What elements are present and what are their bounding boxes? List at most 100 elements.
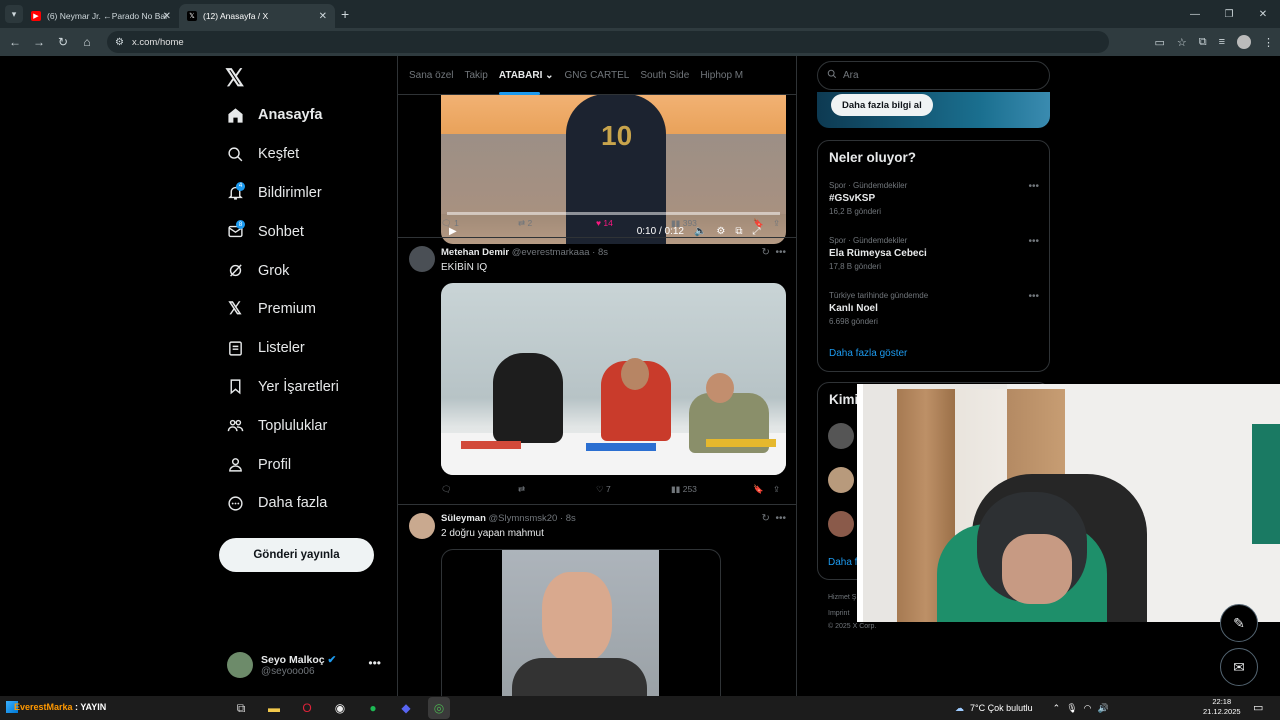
forward-button[interactable]: → — [27, 35, 51, 49]
footer-link[interactable]: Hizmet Ş — [828, 594, 856, 601]
tab-following[interactable]: Takip — [464, 70, 487, 81]
tab-search-button[interactable]: ▾ — [5, 5, 23, 23]
sidebar-item-grok[interactable]: Grok — [226, 251, 339, 290]
home-button[interactable]: ⌂ — [75, 35, 99, 49]
views-button[interactable]: ▮▮ 253 — [671, 484, 753, 495]
volume-icon[interactable]: 🔊 — [1097, 703, 1108, 714]
show-more-link[interactable]: Daha f — [828, 557, 857, 568]
search-input[interactable]: Ara — [817, 61, 1050, 90]
more-icon[interactable]: ••• — [1028, 236, 1039, 247]
task-view-icon[interactable]: ⧉ — [230, 697, 252, 719]
reload-button[interactable]: ↻ — [51, 35, 75, 49]
footer-link[interactable]: Imprint — [828, 610, 849, 617]
discord-icon[interactable]: ◆ — [395, 697, 417, 719]
star-icon[interactable]: ☆ — [1177, 36, 1187, 49]
tray-chevron-icon[interactable]: ⌃ — [1053, 703, 1061, 714]
sidebar-item-chat[interactable]: 8 Sohbet — [226, 212, 339, 251]
restore-button[interactable]: ❐ — [1212, 0, 1246, 28]
more-icon[interactable]: ↻ ••• — [762, 247, 786, 258]
more-icon[interactable]: ••• — [1028, 291, 1039, 302]
media-icon[interactable]: ≡ — [1219, 36, 1225, 48]
minimize-button[interactable]: — — [1178, 0, 1212, 28]
overlay-border — [857, 384, 863, 622]
copyright-text: © 2025 X Corp. — [828, 623, 877, 630]
more-icon[interactable]: ↻ ••• — [762, 513, 786, 524]
search-icon — [226, 145, 244, 163]
browser-tab-youtube[interactable]: ▶ (6) Neymar Jr. ←Parado No Bai ✕ — [23, 4, 179, 28]
chrome-icon[interactable]: ◎ — [428, 697, 450, 719]
spotify-icon[interactable]: ● — [362, 697, 384, 719]
like-button[interactable]: ♥ 14 — [596, 218, 671, 228]
grok-icon — [226, 262, 244, 280]
url-field[interactable]: ⚙ x.com/home — [107, 31, 1109, 53]
author-name[interactable]: Süleyman — [441, 513, 486, 524]
post-button[interactable]: Gönderi yayınla — [219, 538, 374, 572]
avatar[interactable] — [828, 467, 854, 493]
browser-tab-x[interactable]: 𝕏 (12) Anasayfa / X ✕ — [179, 4, 335, 28]
trend-item[interactable]: Türkiye tarihinde gündemde Kanlı Noel 6.… — [829, 291, 1039, 326]
trend-item[interactable]: Spor · Gündemdekiler #GSvKSP 16,2 B gönd… — [829, 181, 1039, 216]
clock[interactable]: 22:18 21.12.2025 — [1203, 697, 1241, 717]
close-tab-icon[interactable]: ✕ — [319, 11, 327, 22]
opera-icon[interactable]: O — [296, 697, 318, 719]
avatar[interactable] — [409, 513, 435, 539]
sidebar-item-explore[interactable]: Keşfet — [226, 135, 339, 174]
sidebar-item-profile[interactable]: Profil — [226, 445, 339, 484]
new-tab-button[interactable]: + — [341, 6, 349, 22]
avatar[interactable] — [409, 246, 435, 272]
post-image[interactable] — [441, 549, 721, 696]
tab-south-side[interactable]: South Side — [640, 70, 689, 81]
close-tab-icon[interactable]: ✕ — [163, 11, 171, 22]
views-button[interactable]: ▮▮ 393 — [671, 218, 753, 229]
x-logo[interactable]: 𝕏 — [225, 64, 244, 93]
grok-chat-button[interactable]: ✎ — [1220, 604, 1258, 642]
bookmark-icon[interactable]: 🔖 — [753, 218, 773, 229]
repost-button[interactable]: ⇄ 2 — [518, 218, 596, 229]
file-explorer-icon[interactable]: ▬ — [263, 697, 285, 719]
back-button[interactable]: ← — [3, 35, 27, 49]
reply-button[interactable]: 🗨 — [441, 484, 518, 495]
messages-button[interactable]: ✉ — [1220, 648, 1258, 686]
sidebar-item-home[interactable]: Anasayfa — [226, 96, 339, 135]
more-icon[interactable]: ••• — [368, 656, 381, 670]
avatar[interactable] — [828, 423, 854, 449]
notifications-icon[interactable]: ▭ — [1253, 701, 1263, 714]
trend-count: 16,2 B gönderi — [829, 207, 882, 216]
menu-icon[interactable]: ⋮ — [1263, 36, 1274, 49]
cast-icon[interactable]: ▭ — [1154, 36, 1164, 49]
tab-hiphop[interactable]: Hiphop M — [700, 70, 743, 81]
weather-text[interactable]: 7°C Çok bulutlu — [970, 703, 1033, 713]
show-more-link[interactable]: Daha fazla göster — [829, 348, 907, 359]
sidebar-item-more[interactable]: Daha fazla — [226, 484, 339, 523]
post-image[interactable] — [441, 283, 786, 475]
share-icon[interactable]: ⇪ — [773, 484, 780, 495]
trend-item[interactable]: Spor · Gündemdekiler Ela Rümeysa Cebeci … — [829, 236, 1039, 271]
bookmark-icon[interactable]: 🔖 — [753, 484, 773, 495]
like-button[interactable]: ♡ 7 — [596, 484, 671, 495]
close-window-button[interactable]: ✕ — [1246, 0, 1280, 28]
tab-gng-cartel[interactable]: GNG CARTEL — [565, 70, 630, 81]
extensions-icon[interactable]: ⧉ — [1199, 36, 1207, 49]
wifi-icon[interactable]: ◠ — [1084, 703, 1092, 714]
obs-icon[interactable]: ◉ — [329, 697, 351, 719]
repost-button[interactable]: ⇄ — [518, 484, 596, 495]
sidebar-item-communities[interactable]: Topluluklar — [226, 406, 339, 445]
jersey-number: 10 — [601, 120, 633, 151]
share-icon[interactable]: ⇪ — [773, 218, 780, 229]
sidebar-item-premium[interactable]: 𝕏 Premium — [226, 290, 339, 329]
sidebar-item-bookmarks[interactable]: Yer İşaretleri — [226, 368, 339, 407]
sidebar-item-notifications[interactable]: 4 Bildirimler — [226, 174, 339, 213]
site-info-icon[interactable]: ⚙ — [115, 37, 124, 48]
author-name[interactable]: Metehan Demir — [441, 247, 509, 258]
reply-button[interactable]: 🗨 1 — [441, 218, 518, 229]
mic-icon[interactable]: 🎙 — [1066, 703, 1077, 714]
tab-for-you[interactable]: Sana özel — [409, 70, 453, 81]
list-icon — [226, 339, 244, 357]
sidebar-item-lists[interactable]: Listeler — [226, 329, 339, 368]
avatar[interactable] — [828, 511, 854, 537]
learn-more-button[interactable]: Daha fazla bilgi al — [831, 94, 933, 116]
account-switcher[interactable]: Seyo Malkoç ✔ @seyooo06 ••• — [227, 648, 387, 682]
profile-avatar[interactable] — [1237, 35, 1251, 49]
tab-atabari[interactable]: ATABARI ⌄ — [498, 70, 554, 95]
more-icon[interactable]: ••• — [1028, 181, 1039, 192]
